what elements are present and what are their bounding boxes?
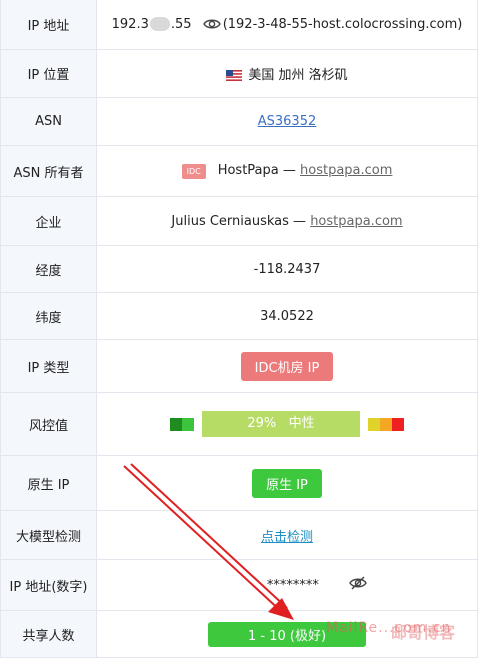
ip-info-table: IP 地址 192.3 .55 (192-3-48-55-host.colocro… bbox=[0, 0, 478, 658]
native-ip-cell: 原生 IP bbox=[96, 455, 478, 511]
org-link[interactable]: hostpapa.com bbox=[310, 214, 402, 229]
risk-scale-segment bbox=[380, 417, 392, 431]
table-row-asn: ASN AS36352 bbox=[0, 97, 478, 146]
ip-type-label: IP 类型 bbox=[0, 339, 97, 393]
table-row-longitude: 经度 -118.2437 bbox=[0, 245, 478, 293]
ip-numeric-value: ******** bbox=[96, 559, 478, 611]
latitude-label: 纬度 bbox=[0, 292, 97, 340]
table-row-ip: IP 地址 192.3 .55 (192-3-48-55-host.colocro… bbox=[0, 0, 478, 50]
shared-users-label: 共享人数 bbox=[0, 610, 97, 658]
table-row-latitude: 纬度 34.0522 bbox=[0, 292, 478, 340]
org-value: Julius Cerniauskas — hostpapa.com bbox=[96, 196, 478, 246]
asn-cell: AS36352 bbox=[96, 97, 478, 146]
eye-icon[interactable] bbox=[202, 17, 221, 31]
us-flag-icon bbox=[226, 70, 243, 81]
risk-scale-segment bbox=[392, 417, 404, 431]
llm-check-cell: 点击检测 bbox=[96, 510, 478, 560]
eye-off-icon[interactable] bbox=[349, 576, 367, 594]
risk-scale-segment bbox=[368, 417, 380, 431]
latitude-value: 34.0522 bbox=[96, 292, 478, 340]
table-row-location: IP 位置 美国 加州 洛杉矶 bbox=[0, 49, 478, 98]
risk-meter: 29% 中性 bbox=[97, 411, 477, 437]
risk-cell: 29% 中性 bbox=[96, 392, 478, 456]
ip-label: IP 地址 bbox=[0, 0, 97, 50]
table-row-ip-type: IP 类型 IDC机房 IP bbox=[0, 339, 478, 393]
table-row-llm-check: 大模型检测 点击检测 bbox=[0, 510, 478, 560]
idc-badge: IDC bbox=[181, 164, 206, 179]
ip-numeric-label: IP 地址(数字) bbox=[0, 559, 97, 611]
org-label: 企业 bbox=[0, 196, 97, 246]
location-label: IP 位置 bbox=[0, 49, 97, 98]
ip-type-badge: IDC机房 IP bbox=[240, 351, 334, 381]
risk-label: 风控值 bbox=[0, 392, 97, 456]
native-ip-badge: 原生 IP bbox=[252, 468, 322, 498]
longitude-label: 经度 bbox=[0, 245, 97, 293]
ip-hostname: (192-3-48-55-host.colocrossing.com) bbox=[222, 16, 463, 32]
asn-link[interactable]: AS36352 bbox=[258, 114, 317, 129]
table-row-risk: 风控值 29% 中性 bbox=[0, 392, 478, 456]
watermark-brand: 邮哥博客 bbox=[391, 623, 456, 642]
masked-segment bbox=[149, 17, 170, 31]
location-text: 美国 加州 洛杉矶 bbox=[248, 68, 348, 83]
risk-level: 中性 bbox=[288, 416, 315, 431]
llm-check-label: 大模型检测 bbox=[0, 510, 97, 560]
asn-owner-value: IDC HostPapa — hostpapa.com bbox=[96, 145, 478, 197]
org-name: Julius Cerniauskas — bbox=[171, 213, 307, 229]
ip-value: 192.3 .55 (192-3-48-55-host.colocrossing.… bbox=[96, 0, 478, 50]
table-row-asn-owner: ASN 所有者 IDC HostPapa — hostpapa.com bbox=[0, 145, 478, 197]
ip-prefix: 192.3 bbox=[111, 16, 149, 32]
table-row-native-ip: 原生 IP 原生 IP bbox=[0, 455, 478, 511]
longitude-value: -118.2437 bbox=[96, 245, 478, 293]
ip-type-cell: IDC机房 IP bbox=[96, 339, 478, 393]
native-ip-label: 原生 IP bbox=[0, 455, 97, 511]
risk-scale-segment bbox=[182, 417, 194, 431]
ip-suffix: .55 bbox=[170, 16, 192, 32]
asn-owner-name: HostPapa — bbox=[217, 163, 296, 178]
ip-numeric-masked: ******** bbox=[266, 577, 319, 593]
table-row-org: 企业 Julius Cerniauskas — hostpapa.com bbox=[0, 196, 478, 246]
risk-score: 29% bbox=[247, 416, 277, 431]
asn-owner-link[interactable]: hostpapa.com bbox=[300, 163, 392, 178]
llm-check-link[interactable]: 点击检测 bbox=[261, 530, 313, 545]
asn-owner-label: ASN 所有者 bbox=[0, 145, 97, 197]
risk-score-bar: 29% 中性 bbox=[202, 411, 360, 437]
asn-label: ASN bbox=[0, 97, 97, 146]
risk-scale-segment bbox=[170, 417, 182, 431]
table-row-ip-numeric: IP 地址(数字) ******** bbox=[0, 559, 478, 611]
location-value: 美国 加州 洛杉矶 bbox=[96, 49, 478, 98]
